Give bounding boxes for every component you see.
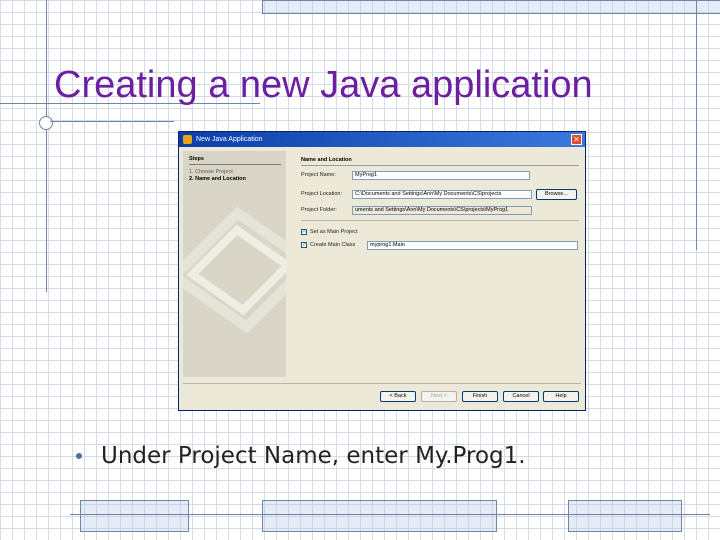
- finish-button[interactable]: Finish: [462, 391, 498, 402]
- back-button[interactable]: < Back: [380, 391, 416, 402]
- steps-panel: Steps 1. Choose Project 2. Name and Loca…: [183, 151, 286, 377]
- create-main-class-checkbox[interactable]: ✓: [301, 242, 307, 248]
- step-item: 1. Choose Project: [189, 169, 233, 175]
- project-location-label: Project Location:: [301, 191, 342, 197]
- frame-ring: [39, 116, 53, 130]
- new-java-application-dialog: New Java Application ✕ Steps 1. Choose P…: [178, 131, 586, 411]
- app-icon: [183, 135, 192, 144]
- options-divider: [301, 220, 579, 221]
- frame-line-left: [46, 0, 47, 292]
- browse-button[interactable]: Browse...: [536, 189, 577, 200]
- steps-header: Steps: [189, 156, 204, 162]
- project-location-input[interactable]: C:\Documents and Settings\Ann\My Documen…: [352, 190, 532, 199]
- set-main-project-label: Set as Main Project: [310, 229, 358, 235]
- title-underline: [50, 121, 174, 122]
- footer-box-right: [568, 500, 682, 532]
- section-divider: [301, 165, 579, 166]
- slide-title: Creating a new Java application: [54, 64, 593, 106]
- step-item-current: 2. Name and Location: [189, 176, 246, 182]
- cancel-button[interactable]: Cancel: [503, 391, 539, 402]
- create-main-class-label: Create Main Class: [310, 242, 356, 248]
- project-name-input[interactable]: MyProg1: [352, 171, 530, 180]
- set-main-project-checkbox[interactable]: ✓: [301, 229, 307, 235]
- frame-line-right: [696, 0, 697, 250]
- footer-line: [70, 514, 710, 515]
- dialog-title: New Java Application: [196, 136, 263, 143]
- project-name-label: Project Name:: [301, 172, 336, 178]
- project-folder-label: Project Folder:: [301, 207, 337, 213]
- steps-divider: [189, 164, 281, 165]
- button-bar-divider: [183, 383, 581, 384]
- dialog-titlebar: New Java Application ✕: [179, 132, 585, 147]
- bullet-icon: [76, 453, 82, 459]
- main-class-input[interactable]: myprog1.Main: [367, 241, 578, 250]
- bullet-text: Under Project Name, enter My.Prog1.: [101, 443, 526, 469]
- frame-box-top-right: [262, 0, 720, 14]
- help-button[interactable]: Help: [543, 391, 579, 402]
- section-header: Name and Location: [301, 157, 352, 163]
- close-icon[interactable]: ✕: [571, 134, 582, 145]
- project-folder-field: uments and Settings\Ann\My Documents\CS\…: [352, 206, 532, 215]
- footer-box-center: [262, 500, 497, 532]
- next-button[interactable]: Next >: [421, 391, 457, 402]
- footer-box-left: [80, 500, 189, 532]
